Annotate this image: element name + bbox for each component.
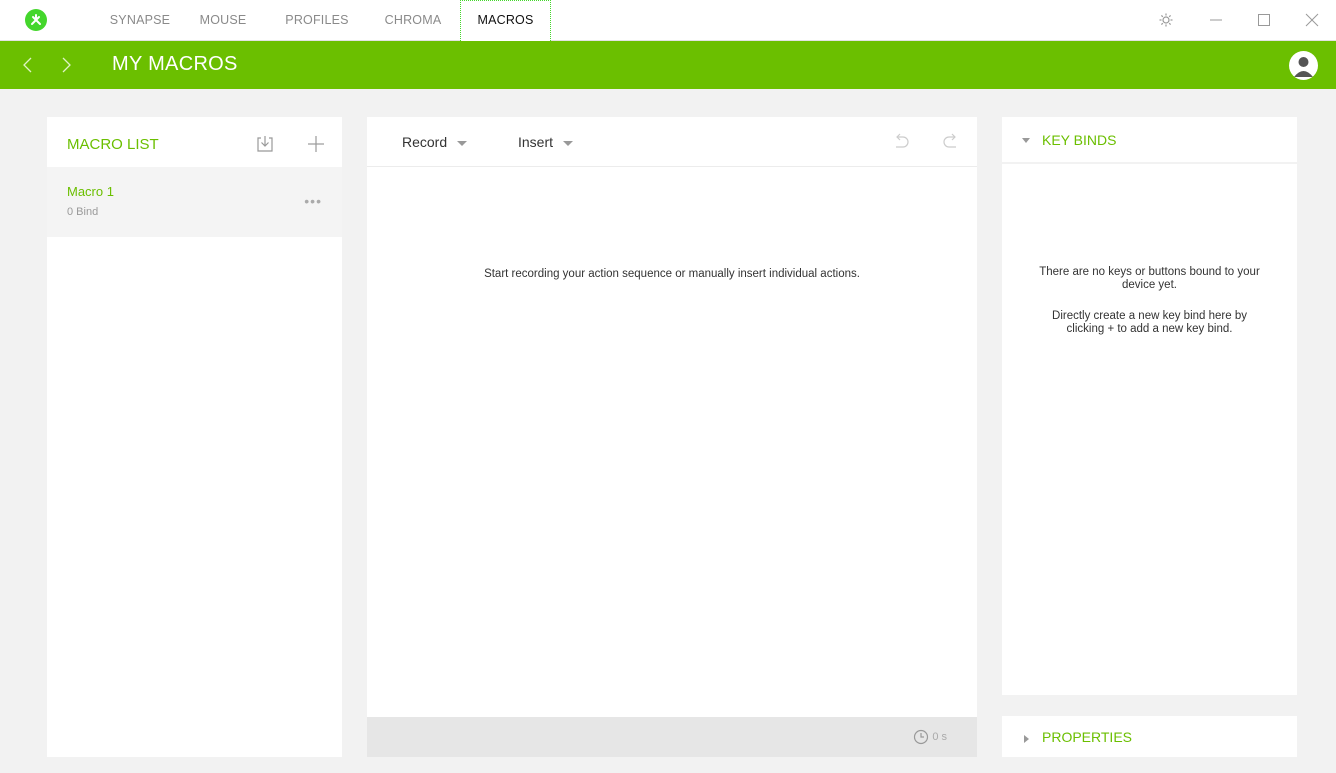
macro-name: Macro 1 (67, 184, 114, 199)
chevron-down-icon (563, 140, 574, 146)
insert-dropdown[interactable]: Insert (518, 134, 574, 150)
maximize-icon[interactable] (1253, 9, 1275, 31)
add-macro-button[interactable] (305, 133, 327, 155)
razer-logo-icon[interactable] (25, 9, 47, 31)
chevron-down-icon (457, 140, 468, 146)
macro-list-panel: MACRO LIST Macro 1 0 Bind ••• (47, 117, 342, 757)
insert-label: Insert (518, 134, 554, 150)
import-icon[interactable] (254, 133, 276, 155)
tab-profiles[interactable]: PROFILES (274, 0, 360, 41)
macro-list-header: MACRO LIST (47, 117, 342, 167)
key-binds-hint: Directly create a new key bind here by c… (1052, 310, 1247, 335)
page-header: MY MACROS (0, 41, 1336, 89)
tab-macros[interactable]: MACROS (460, 0, 551, 41)
list-item[interactable]: Macro 1 0 Bind ••• (47, 167, 342, 237)
properties-panel[interactable]: PROPERTIES (1002, 716, 1297, 757)
collapse-arrow-icon (1022, 138, 1030, 143)
tab-mouse[interactable]: MOUSE (190, 0, 256, 41)
add-icon (308, 136, 324, 152)
key-binds-header[interactable]: KEY BINDS (1002, 117, 1297, 164)
close-icon[interactable] (1301, 9, 1323, 31)
page-title: MY MACROS (112, 53, 238, 75)
avatar-icon[interactable] (1289, 51, 1318, 80)
macro-bind-count: 0 Bind (67, 206, 99, 218)
properties-title: PROPERTIES (1042, 729, 1132, 745)
title-bar: SYNAPSE MOUSE PROFILES CHROMA MACROS (0, 0, 1336, 41)
redo-icon[interactable] (940, 131, 962, 153)
back-arrow-icon[interactable] (18, 55, 38, 75)
settings-icon[interactable] (1155, 9, 1177, 31)
minimize-icon[interactable] (1205, 9, 1227, 31)
duration-display: 0 s (913, 729, 947, 745)
macro-list-title: MACRO LIST (67, 136, 159, 153)
record-label: Record (402, 134, 448, 150)
record-dropdown[interactable]: Record (402, 134, 468, 150)
macro-editor-panel: Record Insert Start recording your actio… (367, 117, 977, 757)
more-options-icon[interactable]: ••• (304, 193, 322, 209)
key-binds-title: KEY BINDS (1042, 132, 1117, 148)
duration-value: 0 s (932, 731, 947, 743)
editor-footer: 0 s (367, 717, 977, 757)
editor-empty-message: Start recording your action sequence or … (484, 268, 860, 280)
tab-synapse[interactable]: SYNAPSE (104, 0, 176, 41)
editor-toolbar: Record Insert (367, 117, 977, 167)
key-binds-empty-message: There are no keys or buttons bound to yo… (1039, 266, 1260, 291)
key-binds-panel: KEY BINDS There are no keys or buttons b… (1002, 117, 1297, 695)
expand-arrow-icon (1024, 735, 1029, 743)
clock-icon (914, 729, 929, 745)
tab-chroma[interactable]: CHROMA (374, 0, 452, 41)
forward-arrow-icon[interactable] (56, 55, 76, 75)
undo-icon[interactable] (890, 131, 912, 153)
